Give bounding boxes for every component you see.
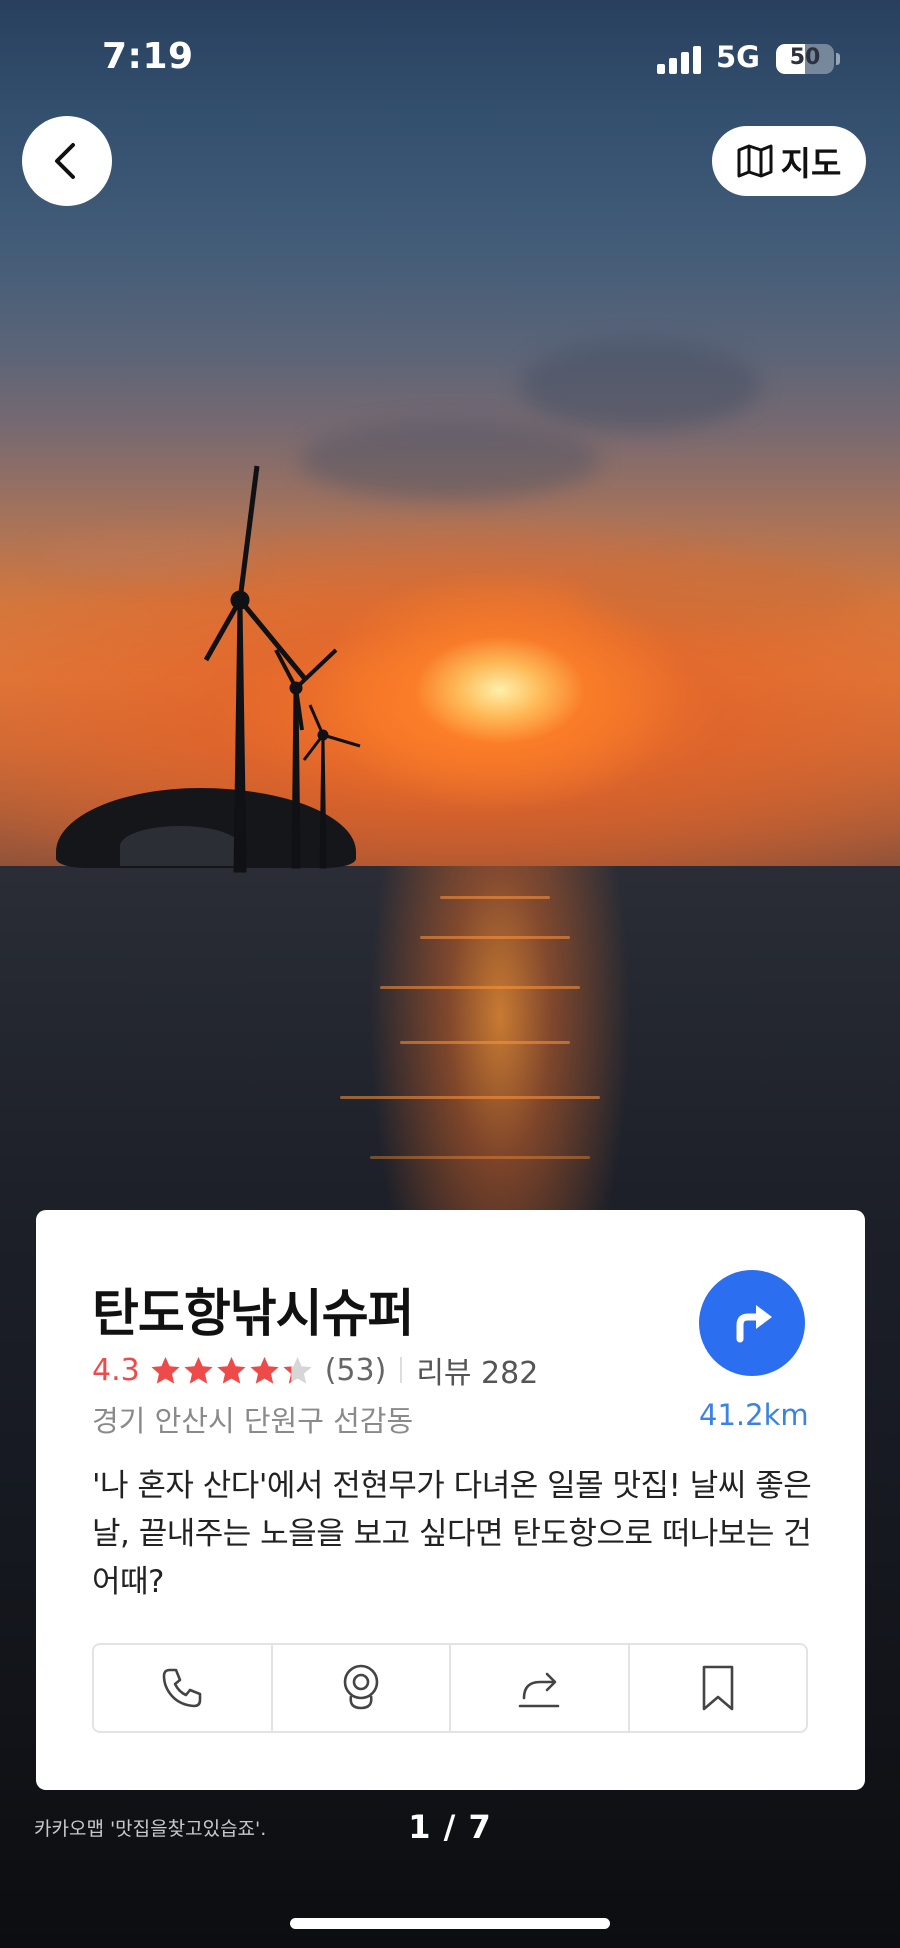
bookmark-icon <box>702 1665 734 1711</box>
directions-button[interactable] <box>699 1270 805 1376</box>
home-indicator[interactable] <box>290 1918 610 1929</box>
webcam-icon <box>343 1664 379 1710</box>
reflection <box>420 936 570 939</box>
rating-count: (53) <box>324 1352 387 1388</box>
rating-row: 4.3 (53) 리뷰 282 <box>92 1348 538 1392</box>
distance: 41.2km <box>699 1398 809 1432</box>
star-icon <box>184 1356 213 1384</box>
bookmark-button[interactable] <box>630 1645 807 1731</box>
battery-tip <box>836 53 840 65</box>
network-type: 5G <box>716 40 760 74</box>
reflection <box>380 986 580 989</box>
call-button[interactable] <box>94 1645 273 1731</box>
signal-icon <box>657 46 701 74</box>
star-icon <box>151 1356 180 1384</box>
divider <box>400 1357 403 1383</box>
place-card[interactable]: 탄도항낚시슈퍼 4.3 (53) 리뷰 282 경기 안산시 단원구 선감동 4… <box>36 1210 865 1790</box>
phone-icon <box>162 1668 202 1708</box>
page-indicator: 1 / 7 <box>408 1808 492 1846</box>
roadview-button[interactable] <box>273 1645 451 1731</box>
chevron-left-icon <box>55 143 75 179</box>
map-icon <box>737 144 773 178</box>
reflection <box>400 1041 570 1044</box>
map-button-label: 지도 <box>780 144 842 183</box>
review-count[interactable]: 리뷰 282 <box>416 1348 538 1392</box>
reflection <box>340 1096 600 1099</box>
back-button[interactable] <box>22 116 112 206</box>
star-rating <box>150 1355 313 1386</box>
place-name: 탄도항낚시슈퍼 <box>92 1285 414 1344</box>
battery-level: 50 <box>789 45 821 70</box>
star-icon <box>250 1356 279 1384</box>
star-icon <box>217 1356 246 1384</box>
status-bar: 7:19 5G 50 <box>0 0 900 120</box>
share-icon <box>518 1672 560 1708</box>
rating-value: 4.3 <box>92 1352 140 1388</box>
turn-right-arrow-icon <box>736 1305 772 1343</box>
place-address: 경기 안산시 단원구 선감동 <box>92 1404 414 1438</box>
star-icon <box>283 1356 312 1384</box>
map-button[interactable]: 지도 <box>712 126 866 196</box>
reflection <box>370 1156 590 1159</box>
status-time: 7:19 <box>102 36 194 77</box>
action-bar <box>92 1643 808 1733</box>
battery-icon: 50 <box>776 44 834 74</box>
place-description: '나 혼자 산다'에서 전현무가 다녀온 일몰 맛집! 날씨 좋은 날, 끝내주… <box>92 1468 812 1600</box>
share-button[interactable] <box>451 1645 630 1731</box>
